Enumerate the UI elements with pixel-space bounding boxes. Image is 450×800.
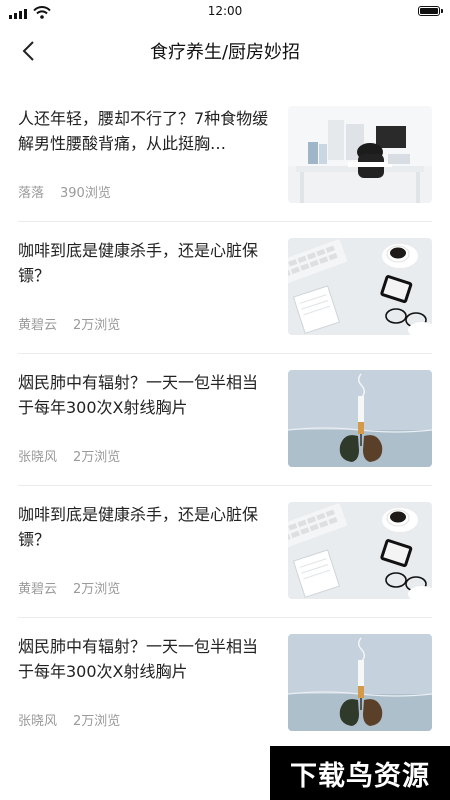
article-meta: 黄碧云 2万浏览 bbox=[18, 578, 120, 597]
article-list: 人还年轻，腰却不行了？7种食物缓解男性腰酸背痛，从此挺胸… 落落 390浏览 咖… bbox=[0, 90, 450, 750]
article-author: 落落 bbox=[18, 186, 45, 201]
article-title: 咖啡到底是健康杀手，还是心脏保镖？ bbox=[18, 241, 259, 285]
article-item[interactable]: 烟民肺中有辐射？一天一包半相当于每年300次X射线胸片 张晓风 2万浏览 bbox=[18, 618, 432, 750]
article-author: 黄碧云 bbox=[18, 318, 58, 333]
article-title: 烟民肺中有辐射？一天一包半相当于每年300次X射线胸片 bbox=[18, 373, 259, 417]
watermark: 下载鸟资源 bbox=[270, 746, 450, 800]
article-author: 张晓风 bbox=[18, 450, 58, 465]
status-bar: 12:00 bbox=[0, 0, 450, 24]
article-views: 2万浏览 bbox=[73, 318, 121, 333]
coffee-desk-photo bbox=[288, 238, 432, 335]
office-desk-photo bbox=[288, 106, 432, 203]
cigarette-lungs-photo bbox=[288, 634, 432, 731]
article-author: 张晓风 bbox=[18, 714, 58, 729]
article-views: 2万浏览 bbox=[73, 450, 121, 465]
article-item[interactable]: 人还年轻，腰却不行了？7种食物缓解男性腰酸背痛，从此挺胸… 落落 390浏览 bbox=[18, 90, 432, 222]
page-title: 食疗养生/厨房妙招 bbox=[149, 42, 301, 63]
article-thumbnail bbox=[288, 106, 432, 203]
article-views: 390浏览 bbox=[60, 186, 111, 201]
article-thumbnail bbox=[288, 238, 432, 335]
article-thumbnail bbox=[288, 370, 432, 467]
article-item[interactable]: 咖啡到底是健康杀手，还是心脏保镖？ 黄碧云 2万浏览 bbox=[18, 222, 432, 354]
article-views: 2万浏览 bbox=[73, 582, 121, 597]
article-meta: 张晓风 2万浏览 bbox=[18, 446, 120, 465]
article-views: 2万浏览 bbox=[73, 714, 121, 729]
article-author: 黄碧云 bbox=[18, 582, 58, 597]
article-item[interactable]: 咖啡到底是健康杀手，还是心脏保镖？ 黄碧云 2万浏览 bbox=[18, 486, 432, 618]
article-title: 烟民肺中有辐射？一天一包半相当于每年300次X射线胸片 bbox=[18, 637, 259, 681]
nav-bar: 食疗养生/厨房妙招 bbox=[0, 24, 450, 76]
article-meta: 黄碧云 2万浏览 bbox=[18, 314, 120, 333]
article-item[interactable]: 烟民肺中有辐射？一天一包半相当于每年300次X射线胸片 张晓风 2万浏览 bbox=[18, 354, 432, 486]
article-title: 人还年轻，腰却不行了？7种食物缓解男性腰酸背痛，从此挺胸… bbox=[18, 109, 269, 153]
article-meta: 张晓风 2万浏览 bbox=[18, 710, 120, 729]
article-meta: 落落 390浏览 bbox=[18, 182, 111, 201]
article-thumbnail bbox=[288, 634, 432, 731]
article-title: 咖啡到底是健康杀手，还是心脏保镖？ bbox=[18, 505, 259, 549]
article-thumbnail bbox=[288, 502, 432, 599]
coffee-desk-photo bbox=[288, 502, 432, 599]
cigarette-lungs-photo bbox=[288, 370, 432, 467]
status-time: 12:00 bbox=[207, 4, 243, 18]
battery-icon bbox=[418, 6, 443, 16]
